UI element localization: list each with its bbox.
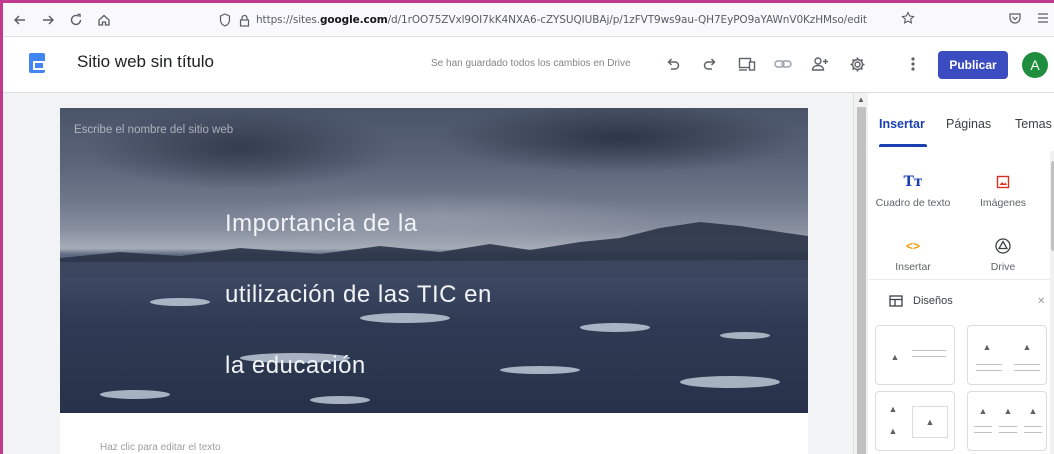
reload-icon[interactable]	[65, 9, 87, 31]
edit-text-hint[interactable]: Haz clic para editar el texto	[100, 442, 221, 453]
app-header: Sitio web sin título Se han guardado tod…	[3, 37, 1054, 93]
image-icon	[959, 171, 1047, 193]
editor-canvas: Escribe el nombre del sitio web Importan…	[3, 93, 853, 454]
image-placeholder-icon: ▲	[888, 425, 898, 436]
site-name-placeholder[interactable]: Escribe el nombre del sitio web	[74, 124, 233, 136]
forward-icon[interactable]	[37, 9, 59, 31]
tab-insertar[interactable]: Insertar	[879, 117, 925, 131]
menu-icon[interactable]	[1037, 11, 1049, 30]
hero-title[interactable]: Importancia de la utilización de las TIC…	[225, 188, 545, 401]
home-icon[interactable]	[93, 9, 115, 31]
insert-images[interactable]: Imágenes	[959, 171, 1047, 231]
layouts-header[interactable]: Diseños	[889, 295, 953, 307]
panel-tabs: Insertar Páginas Temas	[869, 93, 1054, 149]
save-status: Se han guardado todos los cambios en Dri…	[431, 58, 631, 69]
back-icon[interactable]	[9, 9, 31, 31]
text-line	[912, 350, 946, 351]
active-tab-indicator	[879, 144, 927, 147]
layout-card[interactable]: ▲ ▲	[967, 325, 1047, 385]
avatar[interactable]: A	[1022, 52, 1048, 78]
hero-banner[interactable]: Escribe el nombre del sitio web Importan…	[60, 108, 808, 413]
address-bar[interactable]: https://sites.google.com/d/1rOO75ZVxl9OI…	[213, 8, 943, 32]
text-line	[1024, 426, 1042, 427]
text-section[interactable]: Haz clic para editar el texto	[60, 413, 808, 454]
scroll-thumb[interactable]	[857, 107, 866, 454]
browser-toolbar: https://sites.google.com/d/1rOO75ZVxl9OI…	[3, 3, 1054, 37]
panel-divider	[869, 279, 1050, 280]
image-placeholder-icon: ▲	[1028, 405, 1038, 416]
drive-icon	[959, 235, 1047, 257]
text-line	[999, 426, 1017, 427]
bookmark-star-icon[interactable]	[901, 11, 915, 28]
lock-icon[interactable]	[239, 14, 250, 27]
text-line	[1024, 432, 1042, 433]
preview-devices-icon[interactable]	[736, 53, 758, 75]
ice-floe	[680, 376, 780, 388]
more-vert-icon[interactable]	[902, 53, 924, 75]
image-placeholder-icon: ▲	[888, 403, 898, 414]
layout-card[interactable]: ▲ ▲ ▲	[967, 391, 1047, 451]
hero-title-line: utilización de las TIC en	[225, 281, 492, 308]
text-box-icon: Tт	[903, 174, 923, 190]
link-icon[interactable]	[772, 53, 794, 75]
text-line	[912, 356, 946, 357]
insert-embed[interactable]: <> Insertar	[869, 235, 957, 295]
pocket-icon[interactable]	[1008, 11, 1022, 30]
collapse-icon[interactable]: ✕	[1037, 296, 1045, 307]
image-placeholder-icon: ▲	[912, 406, 948, 438]
image-placeholder-icon: ▲	[1003, 405, 1013, 416]
insert-item-label: Insertar	[895, 261, 931, 273]
insert-item-label: Imágenes	[979, 197, 1027, 209]
ice-floe	[580, 323, 650, 332]
tab-temas[interactable]: Temas	[1015, 117, 1052, 131]
hero-title-line: la educación	[225, 352, 366, 379]
redo-icon[interactable]	[699, 53, 721, 75]
site-title[interactable]: Sitio web sin título	[77, 52, 214, 72]
text-line	[974, 426, 992, 427]
window-frame: https://sites.google.com/d/1rOO75ZVxl9OI…	[0, 0, 1054, 454]
insert-item-label: Cuadro de texto	[875, 197, 951, 209]
scroll-up-arrow-icon[interactable]: ▲	[857, 95, 865, 104]
ice-floe	[100, 390, 170, 399]
text-line	[976, 370, 1002, 371]
insert-drive[interactable]: Drive	[959, 235, 1047, 295]
shield-icon[interactable]	[219, 13, 231, 27]
ice-floe	[720, 332, 770, 339]
text-line	[999, 432, 1017, 433]
image-placeholder-icon: ▲	[1022, 341, 1032, 352]
layout-card[interactable]: ▲ ▲ ▲	[875, 391, 955, 451]
embed-icon: <>	[905, 239, 920, 253]
text-line	[1014, 370, 1040, 371]
layouts-icon	[889, 295, 903, 307]
insert-text-box[interactable]: Tт Cuadro de texto	[869, 171, 957, 231]
hero-title-line: Importancia de la	[225, 210, 418, 237]
text-line	[974, 432, 992, 433]
image-placeholder-icon: ▲	[890, 351, 900, 362]
image-placeholder-icon: ▲	[982, 341, 992, 352]
url-text: https://sites.google.com/d/1rOO75ZVxl9OI…	[256, 14, 867, 26]
panel-scrollbar[interactable]	[1050, 151, 1054, 454]
text-line	[1014, 364, 1040, 365]
image-placeholder-icon: ▲	[978, 405, 988, 416]
side-panel: Insertar Páginas Temas Tт Cuadro de text…	[869, 93, 1054, 454]
insert-item-label: Drive	[990, 261, 1016, 273]
text-line	[976, 364, 1002, 365]
layout-card[interactable]: ▲	[875, 325, 955, 385]
tab-paginas[interactable]: Páginas	[946, 117, 991, 131]
layouts-label: Diseños	[913, 295, 953, 307]
ice-floe	[150, 298, 210, 306]
settings-gear-icon[interactable]	[846, 53, 868, 75]
publish-button[interactable]: Publicar	[938, 51, 1008, 79]
sites-logo-icon[interactable]	[29, 53, 45, 73]
canvas-scrollbar[interactable]: ▲	[853, 93, 868, 454]
undo-icon[interactable]	[662, 53, 684, 75]
share-person-add-icon[interactable]	[809, 53, 831, 75]
